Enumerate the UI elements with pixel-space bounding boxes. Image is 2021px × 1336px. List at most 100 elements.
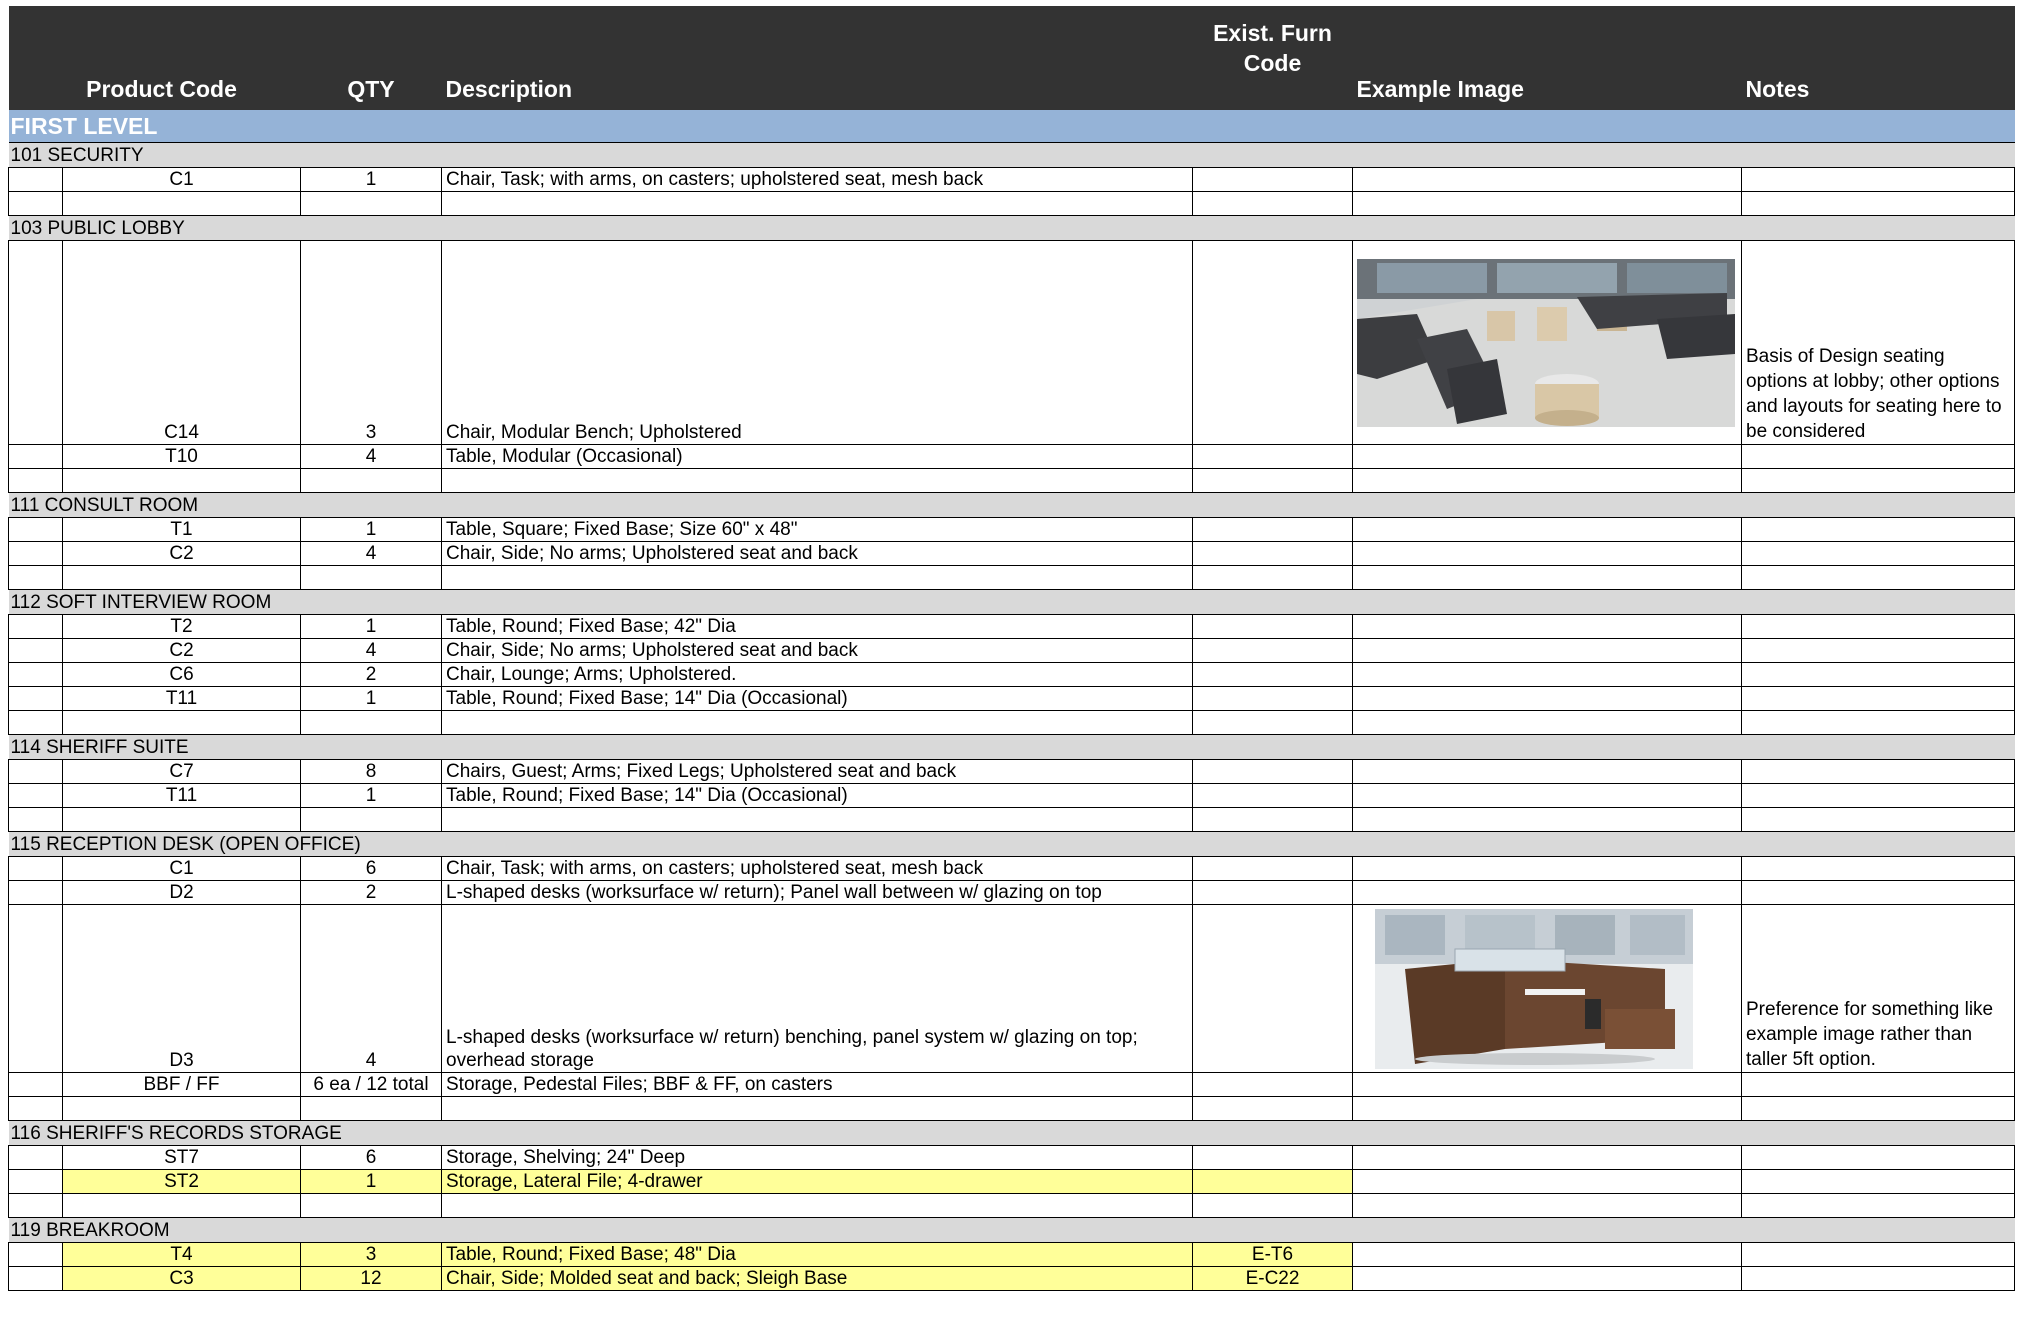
example-image-cell[interactable] — [1352, 614, 1742, 639]
notes-cell[interactable] — [1741, 783, 2015, 808]
blank-cell[interactable] — [441, 1096, 1193, 1121]
exist-furn-code-cell[interactable] — [1192, 614, 1353, 639]
description-cell[interactable]: L-shaped desks (worksurface w/ return); … — [441, 880, 1193, 905]
description-cell[interactable]: Chair, Side; Molded seat and back; Sleig… — [441, 1266, 1193, 1291]
row-marker-cell[interactable] — [8, 783, 63, 808]
blank-cell[interactable] — [1352, 191, 1742, 216]
exist-furn-code-cell[interactable] — [1192, 444, 1353, 469]
qty-cell[interactable]: 1 — [300, 614, 442, 639]
notes-cell[interactable] — [1741, 1072, 2015, 1097]
notes-cell[interactable] — [1741, 1242, 2015, 1267]
row-marker-cell[interactable] — [8, 614, 63, 639]
qty-cell[interactable]: 12 — [300, 1266, 442, 1291]
blank-cell[interactable] — [1741, 1193, 2015, 1218]
header-description[interactable]: Description — [441, 6, 1193, 110]
row-marker-cell[interactable] — [8, 904, 63, 1073]
notes-cell[interactable] — [1741, 1266, 2015, 1291]
description-cell[interactable]: Storage, Lateral File; 4-drawer — [441, 1169, 1193, 1194]
row-marker-cell[interactable] — [8, 1242, 63, 1267]
blank-cell[interactable] — [1352, 1193, 1742, 1218]
row-marker-cell[interactable] — [8, 541, 63, 566]
description-cell[interactable]: Table, Square; Fixed Base; Size 60" x 48… — [441, 517, 1193, 542]
description-cell[interactable]: Chair, Modular Bench; Upholstered — [441, 240, 1193, 445]
product-code-cell[interactable]: C14 — [62, 240, 301, 445]
product-code-cell[interactable]: C1 — [62, 856, 301, 881]
blank-cell[interactable] — [1192, 807, 1353, 832]
example-image-cell[interactable] — [1352, 880, 1742, 905]
description-cell[interactable]: Table, Round; Fixed Base; 14" Dia (Occas… — [441, 686, 1193, 711]
example-image-cell[interactable] — [1352, 444, 1742, 469]
qty-cell[interactable]: 4 — [300, 904, 442, 1073]
exist-furn-code-cell[interactable] — [1192, 167, 1353, 192]
row-marker-cell[interactable] — [8, 638, 63, 663]
row-marker-cell[interactable] — [8, 167, 63, 192]
notes-cell[interactable] — [1741, 880, 2015, 905]
notes-cell[interactable] — [1741, 1145, 2015, 1170]
example-image-cell[interactable] — [1352, 759, 1742, 784]
product-code-cell[interactable]: T11 — [62, 783, 301, 808]
description-cell[interactable]: L-shaped desks (worksurface w/ return) b… — [441, 904, 1193, 1073]
description-cell[interactable]: Table, Round; Fixed Base; 14" Dia (Occas… — [441, 783, 1193, 808]
product-code-cell[interactable]: C2 — [62, 638, 301, 663]
row-marker-cell[interactable] — [8, 880, 63, 905]
header-notes[interactable]: Notes — [1741, 6, 2015, 110]
example-image-cell[interactable] — [1352, 1242, 1742, 1267]
product-code-cell[interactable]: C3 — [62, 1266, 301, 1291]
blank-cell[interactable] — [1352, 710, 1742, 735]
blank-cell[interactable] — [8, 1096, 63, 1121]
example-image-cell[interactable] — [1352, 662, 1742, 687]
room-label[interactable]: 103 PUBLIC LOBBY — [8, 215, 2015, 241]
blank-cell[interactable] — [8, 710, 63, 735]
exist-furn-code-cell[interactable] — [1192, 1145, 1353, 1170]
qty-cell[interactable]: 4 — [300, 444, 442, 469]
row-marker-cell[interactable] — [8, 444, 63, 469]
product-code-cell[interactable]: T11 — [62, 686, 301, 711]
qty-cell[interactable]: 4 — [300, 541, 442, 566]
example-image-cell[interactable] — [1352, 167, 1742, 192]
exist-furn-code-cell[interactable] — [1192, 1169, 1353, 1194]
example-image-cell[interactable] — [1352, 1169, 1742, 1194]
blank-cell[interactable] — [1192, 191, 1353, 216]
row-marker-cell[interactable] — [8, 759, 63, 784]
qty-cell[interactable]: 1 — [300, 517, 442, 542]
blank-cell[interactable] — [1741, 807, 2015, 832]
qty-cell[interactable]: 1 — [300, 1169, 442, 1194]
product-code-cell[interactable]: T2 — [62, 614, 301, 639]
row-marker-cell[interactable] — [8, 856, 63, 881]
blank-cell[interactable] — [62, 807, 301, 832]
blank-cell[interactable] — [441, 807, 1193, 832]
description-cell[interactable]: Table, Modular (Occasional) — [441, 444, 1193, 469]
qty-cell[interactable]: 1 — [300, 686, 442, 711]
exist-furn-code-cell[interactable] — [1192, 904, 1353, 1073]
example-image-cell[interactable] — [1352, 686, 1742, 711]
example-image-cell[interactable] — [1352, 1266, 1742, 1291]
blank-cell[interactable] — [441, 710, 1193, 735]
blank-cell[interactable] — [62, 468, 301, 493]
blank-cell[interactable] — [300, 1193, 442, 1218]
blank-cell[interactable] — [62, 1193, 301, 1218]
product-code-cell[interactable]: ST7 — [62, 1145, 301, 1170]
exist-furn-code-cell[interactable] — [1192, 783, 1353, 808]
blank-cell[interactable] — [1192, 1193, 1353, 1218]
blank-cell[interactable] — [441, 468, 1193, 493]
product-code-cell[interactable]: T1 — [62, 517, 301, 542]
row-marker-cell[interactable] — [8, 517, 63, 542]
notes-cell[interactable] — [1741, 444, 2015, 469]
exist-furn-code-cell[interactable] — [1192, 662, 1353, 687]
notes-cell[interactable] — [1741, 686, 2015, 711]
blank-cell[interactable] — [1741, 468, 2015, 493]
qty-cell[interactable]: 6 ea / 12 total — [300, 1072, 442, 1097]
row-marker-cell[interactable] — [8, 240, 63, 445]
notes-cell[interactable] — [1741, 1169, 2015, 1194]
product-code-cell[interactable]: C2 — [62, 541, 301, 566]
header-example-image[interactable]: Example Image — [1352, 6, 1742, 110]
blank-cell[interactable] — [441, 191, 1193, 216]
notes-cell[interactable] — [1741, 856, 2015, 881]
example-image-cell[interactable] — [1352, 541, 1742, 566]
qty-cell[interactable]: 1 — [300, 167, 442, 192]
notes-cell[interactable] — [1741, 541, 2015, 566]
blank-cell[interactable] — [1352, 807, 1742, 832]
room-label[interactable]: 111 CONSULT ROOM — [8, 492, 2015, 518]
exist-furn-code-cell[interactable] — [1192, 517, 1353, 542]
notes-cell[interactable] — [1741, 638, 2015, 663]
